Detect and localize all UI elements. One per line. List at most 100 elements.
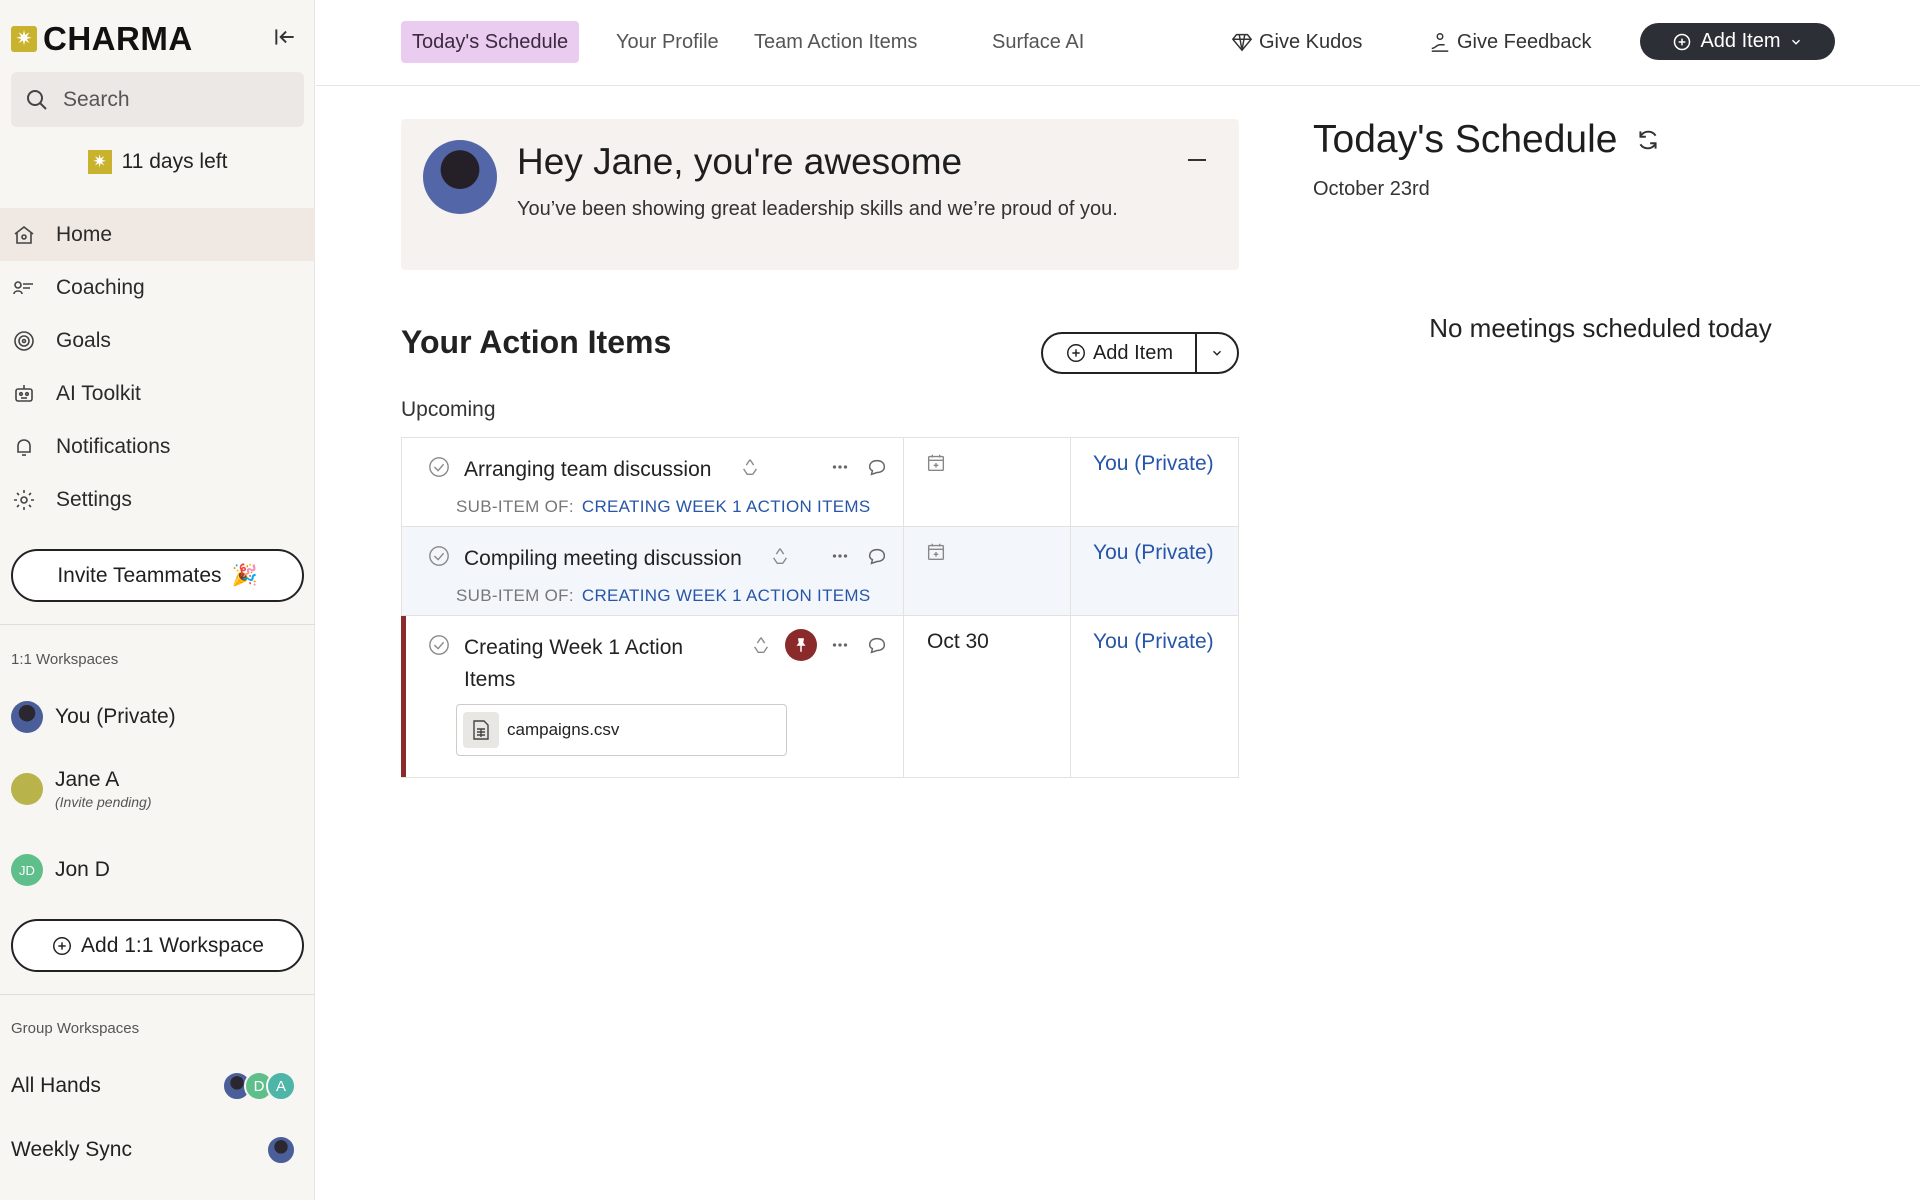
assignee-link[interactable]: You (Private)	[1093, 630, 1214, 654]
group-all-hands[interactable]: All Hands D A	[11, 1071, 296, 1101]
diamond-icon	[1231, 33, 1253, 52]
workspace-jon-d[interactable]: JD Jon D	[11, 854, 110, 886]
trial-badge[interactable]: ✷ 11 days left	[0, 150, 315, 174]
recurring-icon[interactable]	[769, 545, 791, 567]
robot-icon	[15, 384, 33, 402]
checkmark-circle-icon[interactable]	[428, 634, 450, 656]
nav-item-settings[interactable]: Settings	[0, 473, 315, 526]
nav-label: Coaching	[56, 275, 145, 299]
checkmark-circle-icon[interactable]	[428, 545, 450, 567]
minimize-icon[interactable]	[1188, 159, 1206, 161]
calendar-add-icon[interactable]	[925, 452, 947, 474]
tab-your-profile[interactable]: Your Profile	[605, 21, 730, 63]
empty-schedule-message: No meetings scheduled today	[1429, 313, 1772, 343]
parent-item-link[interactable]: CREATING WEEK 1 ACTION ITEMS	[582, 586, 871, 605]
group-section-label: Group Workspaces	[11, 1020, 140, 1037]
table-row[interactable]: Arranging team discussion SUB-ITEM OF: CR…	[402, 438, 1238, 527]
due-date[interactable]: Oct 30	[927, 630, 989, 654]
attachment-filename: campaigns.csv	[507, 720, 620, 739]
column-divider	[1070, 527, 1071, 615]
schedule-heading: Today's Schedule	[1313, 118, 1618, 161]
one-on-one-section-label: 1:1 Workspaces	[11, 651, 119, 668]
assignee-link[interactable]: You (Private)	[1093, 541, 1214, 565]
column-divider	[1070, 616, 1071, 777]
item-title[interactable]: Arranging team discussion	[464, 454, 711, 486]
brand-star-icon: ✷	[11, 26, 37, 52]
spreadsheet-file-icon	[463, 712, 499, 748]
recurring-icon[interactable]	[739, 456, 761, 478]
tab-team-action-items[interactable]: Team Action Items	[743, 21, 928, 63]
calendar-add-icon[interactable]	[925, 541, 947, 563]
parent-item-link[interactable]: CREATING WEEK 1 ACTION ITEMS	[582, 497, 871, 516]
column-divider	[903, 616, 904, 777]
parent-item-reference: SUB-ITEM OF: CREATING WEEK 1 ACTION ITEMS	[456, 586, 871, 606]
search-box[interactable]: Search	[11, 72, 304, 127]
avatar	[11, 773, 43, 805]
nav-label: Settings	[56, 487, 132, 511]
more-options-icon[interactable]	[829, 634, 851, 656]
collapse-sidebar-icon[interactable]	[272, 24, 298, 50]
item-title[interactable]: Compiling meeting discussion	[464, 543, 742, 575]
give-feedback-button[interactable]: Give Feedback	[1429, 21, 1592, 63]
comment-icon[interactable]	[866, 545, 888, 567]
nav-item-notifications[interactable]: Notifications	[0, 420, 315, 473]
assignee-link[interactable]: You (Private)	[1093, 452, 1214, 476]
comment-icon[interactable]	[866, 456, 888, 478]
party-popper-icon: 🎉	[231, 563, 258, 587]
nav-item-home[interactable]: Home	[0, 208, 315, 261]
more-options-icon[interactable]	[829, 545, 851, 567]
invite-pending-note: (Invite pending)	[55, 794, 152, 810]
table-row[interactable]: Compiling meeting discussion SUB-ITEM OF…	[402, 527, 1238, 616]
top-bar: Today's Schedule Your Profile Team Actio…	[316, 0, 1920, 86]
add-workspace-button[interactable]: Add 1:1 Workspace	[11, 919, 304, 972]
column-divider	[1070, 438, 1071, 526]
tab-surface-ai[interactable]: Surface AI	[981, 21, 1095, 63]
trial-text: 11 days left	[121, 150, 228, 173]
schedule-date: October 23rd	[1313, 178, 1430, 200]
sidebar-divider	[0, 624, 315, 625]
avatar	[11, 701, 43, 733]
column-divider	[903, 438, 904, 526]
coaching-icon	[13, 280, 33, 294]
search-placeholder: Search	[63, 87, 130, 111]
invite-label: Invite Teammates	[57, 563, 222, 587]
kudos-message: You’ve been showing great leadership ski…	[517, 198, 1118, 220]
nav-label: Home	[56, 222, 113, 246]
tab-todays-schedule[interactable]: Today's Schedule	[401, 21, 580, 63]
brand-logo[interactable]: ✷ CHARMA	[11, 20, 193, 58]
recurring-icon[interactable]	[750, 634, 772, 656]
workspace-name: You (Private)	[55, 705, 176, 728]
comment-icon[interactable]	[866, 634, 888, 656]
add-workspace-label: Add 1:1 Workspace	[81, 933, 264, 957]
group-weekly-sync[interactable]: Weekly Sync	[11, 1135, 296, 1165]
parent-item-reference: SUB-ITEM OF: CREATING WEEK 1 ACTION ITEMS	[456, 497, 871, 517]
plus-circle-icon	[1066, 344, 1085, 362]
invite-teammates-button[interactable]: Invite Teammates 🎉	[11, 549, 304, 602]
add-item-dropdown-button[interactable]: Add Item	[1640, 23, 1835, 60]
member-avatars: D A	[222, 1071, 296, 1101]
avatar	[266, 1135, 296, 1165]
add-action-item-button[interactable]: Add Item	[1043, 334, 1197, 372]
give-kudos-label: Give Kudos	[1259, 30, 1363, 53]
item-title-line: Items	[464, 668, 516, 691]
table-row[interactable]: Creating Week 1 Action Items campaigns.c…	[401, 616, 1238, 777]
workspace-you-private[interactable]: You (Private)	[11, 701, 176, 733]
workspace-jane-a[interactable]: Jane A (Invite pending)	[11, 768, 152, 810]
more-options-icon[interactable]	[829, 456, 851, 478]
nav-item-coaching[interactable]: Coaching	[0, 261, 315, 314]
action-items-title: Your Action Items	[401, 324, 672, 360]
add-action-item-menu-button[interactable]	[1197, 334, 1237, 372]
attachment-chip[interactable]: campaigns.csv	[456, 704, 787, 756]
trial-star-icon: ✷	[87, 150, 112, 174]
nav-item-goals[interactable]: Goals	[0, 314, 315, 367]
item-title[interactable]: Creating Week 1 Action Items	[464, 632, 683, 696]
give-kudos-button[interactable]: Give Kudos	[1231, 21, 1362, 63]
add-item-label: Add Item	[1700, 30, 1781, 52]
pinned-badge[interactable]	[785, 629, 817, 661]
bell-icon	[17, 438, 31, 456]
refresh-icon[interactable]	[1635, 127, 1661, 153]
nav-label: Goals	[56, 328, 111, 352]
nav-item-ai-toolkit[interactable]: AI Toolkit	[0, 367, 315, 420]
checkmark-circle-icon[interactable]	[428, 456, 450, 478]
add-action-item-label: Add Item	[1092, 341, 1174, 364]
